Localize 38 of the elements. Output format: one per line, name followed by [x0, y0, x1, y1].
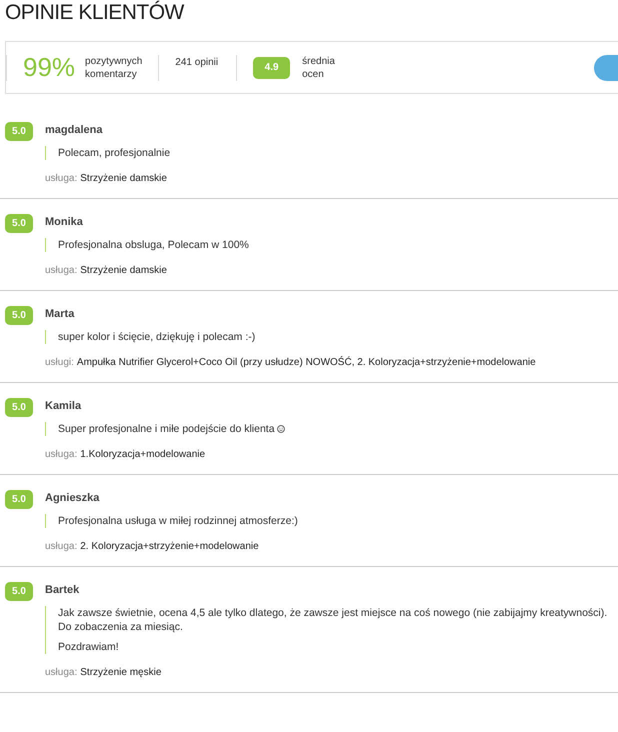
page-title: OPINIE KLIENTÓW — [4, 0, 186, 25]
review-text: Pozdrawiam! — [58, 640, 119, 654]
average-label: średnia ocen — [302, 54, 335, 80]
service-label: usługi: — [45, 357, 74, 368]
review-text: super kolor i ścięcie, dziękuję i polecam :-) — [58, 330, 256, 344]
service-name: 1.Koloryzacja+modelowanie — [80, 449, 206, 460]
service-label: usługa: — [45, 173, 78, 184]
service-name: Ampułka Nutrifier Glycerol+Coco Oil (przy usłudze) NOWOŚĆ, 2. Koloryzacja+strzyżenie+modelowanie — [76, 357, 536, 368]
rating-badge: 5.0 — [5, 306, 33, 325]
service-name: Strzyżenie damskie — [80, 173, 167, 184]
average-rating-badge: 4.9 — [253, 56, 290, 78]
review-text: Super profesjonalne i miłe podejście do klienta — [58, 422, 275, 436]
service-label: usługa: — [45, 449, 78, 460]
rating-badge: 5.0 — [5, 214, 33, 233]
review-count: 241 opinii — [175, 56, 218, 70]
service-name: 2. Koloryzacja+strzyżenie+modelowanie — [80, 541, 259, 552]
positive-percent: 99% — [23, 51, 76, 84]
service-name: Strzyżenie damskie — [80, 265, 167, 276]
service-label: usługa: — [45, 541, 78, 552]
author-name: Agnieszka — [45, 491, 100, 506]
review-text: Profesjonalna obsluga, Polecam w 100% — [58, 238, 249, 252]
service-name: Strzyżenie męskie — [80, 667, 162, 678]
author-name: Kamila — [45, 399, 82, 414]
positive-label: pozytywnych komentarzy — [85, 54, 142, 80]
rating-badge: 5.0 — [5, 122, 33, 141]
rating-badge: 5.0 — [5, 490, 33, 509]
author-name: Monika — [45, 215, 83, 230]
author-name: Bartek — [45, 583, 80, 598]
review-text: Polecam, profesjonalnie — [58, 146, 170, 160]
rating-badge: 5.0 — [5, 582, 33, 601]
review-text: Jak zawsze świetnie, ocena 4,5 ale tylko dlatego, że zawsze jest miejsce na coś nowego (nie zabijajmy kreatywności). Do zobaczenia za miesiąc. — [58, 606, 608, 634]
rating-badge: 5.0 — [5, 398, 33, 417]
service-label: usługa: — [45, 265, 78, 276]
action-button[interactable] — [594, 54, 618, 80]
review-text: Profesjonalna usługa w miłej rodzinnej atmosferze:) — [58, 514, 298, 528]
author-name: Marta — [45, 307, 74, 322]
service-label: usługa: — [45, 667, 78, 678]
author-name: magdalena — [45, 123, 102, 138]
